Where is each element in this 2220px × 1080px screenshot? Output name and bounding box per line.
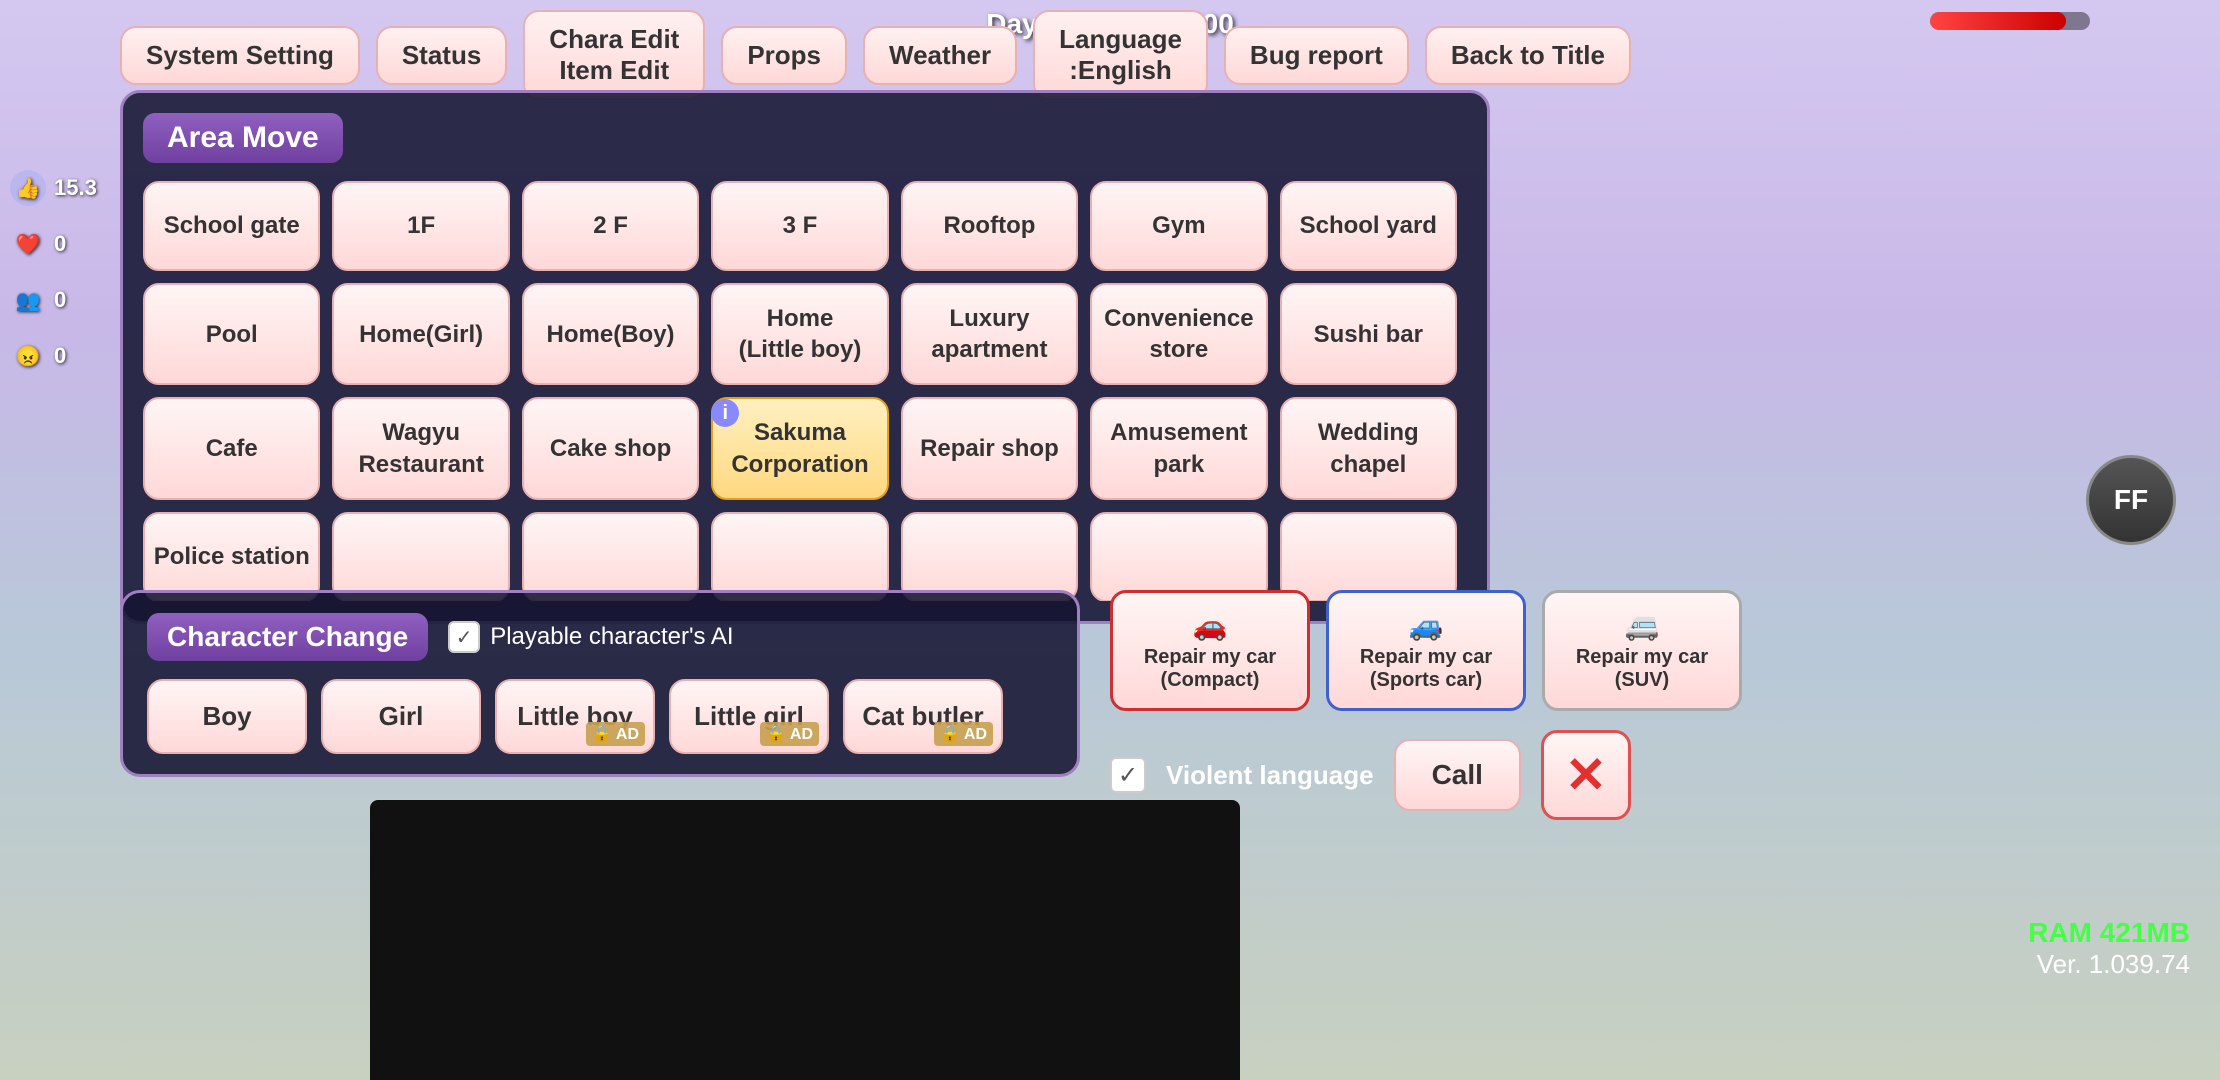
char-change-title: Character Change bbox=[147, 613, 428, 661]
location-police-station[interactable]: Police station bbox=[143, 512, 320, 601]
ram-text: RAM 421MB bbox=[2028, 917, 2190, 949]
ff-button[interactable]: FF bbox=[2086, 455, 2176, 545]
char-buttons: Boy Girl Little boy 🔒 AD Little girl 🔒 A… bbox=[147, 679, 1053, 754]
bug-report-button[interactable]: Bug report bbox=[1224, 26, 1409, 85]
location-extra2[interactable] bbox=[522, 512, 699, 601]
sakuma-label: Sakuma Corporation bbox=[731, 417, 868, 479]
top-menu: System Setting Status Chara Edit Item Ed… bbox=[120, 10, 2120, 100]
location-sakuma-corporation[interactable]: i Sakuma Corporation bbox=[711, 397, 888, 499]
location-cake-shop[interactable]: Cake shop bbox=[522, 397, 699, 499]
back-to-title-button[interactable]: Back to Title bbox=[1425, 26, 1631, 85]
video-area bbox=[370, 800, 1240, 1080]
location-school-yard[interactable]: School yard bbox=[1280, 181, 1457, 271]
location-extra3[interactable] bbox=[711, 512, 888, 601]
repair-sports-button[interactable]: 🚙 Repair my car (Sports car) bbox=[1326, 590, 1526, 711]
area-move-panel: Area Move School gate 1F 2 F 3 F Rooftop… bbox=[120, 90, 1490, 624]
violent-lang-label: Violent language bbox=[1166, 760, 1374, 791]
char-girl-button[interactable]: Girl bbox=[321, 679, 481, 754]
stat-group: 👥 0 bbox=[10, 282, 100, 318]
weather-button[interactable]: Weather bbox=[863, 26, 1017, 85]
ai-label: Playable character's AI bbox=[490, 623, 733, 651]
location-amusement-park[interactable]: Amusement park bbox=[1090, 397, 1267, 499]
char-panel-header: Character Change ✓ Playable character's … bbox=[147, 613, 1053, 661]
close-button[interactable]: ✕ bbox=[1541, 730, 1631, 820]
ai-checkbox-row: ✓ Playable character's AI bbox=[448, 621, 733, 653]
call-button[interactable]: Call bbox=[1394, 739, 1521, 811]
location-extra4[interactable] bbox=[901, 512, 1078, 601]
location-pool[interactable]: Pool bbox=[143, 283, 320, 385]
location-gym[interactable]: Gym bbox=[1090, 181, 1267, 271]
char-little-girl-button[interactable]: Little girl 🔒 AD bbox=[669, 679, 829, 754]
location-extra5[interactable] bbox=[1090, 512, 1267, 601]
location-home-girl[interactable]: Home(Girl) bbox=[332, 283, 509, 385]
compact-car-icon: 🚗 bbox=[1137, 609, 1283, 642]
location-1f[interactable]: 1F bbox=[332, 181, 509, 271]
char-little-boy-button[interactable]: Little boy 🔒 AD bbox=[495, 679, 655, 754]
location-extra6[interactable] bbox=[1280, 512, 1457, 601]
sports-car-icon: 🚙 bbox=[1353, 609, 1499, 642]
little-boy-lock-icon: 🔒 AD bbox=[586, 722, 645, 746]
repair-compact-button[interactable]: 🚗 Repair my car (Compact) bbox=[1110, 590, 1310, 711]
stat-likes: 👍 15.3 bbox=[10, 170, 100, 206]
location-cafe[interactable]: Cafe bbox=[143, 397, 320, 499]
location-home-little-boy[interactable]: Home (Little boy) bbox=[711, 283, 888, 385]
area-grid: School gate 1F 2 F 3 F Rooftop Gym Schoo… bbox=[143, 181, 1467, 601]
likes-value: 15.3 bbox=[54, 175, 97, 201]
likes-icon: 👍 bbox=[10, 170, 46, 206]
char-change-panel: Character Change ✓ Playable character's … bbox=[120, 590, 1080, 777]
location-2f[interactable]: 2 F bbox=[522, 181, 699, 271]
group-value: 0 bbox=[54, 287, 66, 313]
little-girl-lock-icon: 🔒 AD bbox=[760, 722, 819, 746]
heart-icon: ❤️ bbox=[10, 226, 46, 262]
anger-icon: 😠 bbox=[10, 338, 46, 374]
violent-lang-checkbox[interactable]: ✓ bbox=[1110, 757, 1146, 793]
location-sushi-bar[interactable]: Sushi bar bbox=[1280, 283, 1457, 385]
repair-compact-label: Repair my car (Compact) bbox=[1137, 646, 1283, 692]
repair-sports-label: Repair my car (Sports car) bbox=[1353, 646, 1499, 692]
location-rooftop[interactable]: Rooftop bbox=[901, 181, 1078, 271]
location-wagyu-restaurant[interactable]: Wagyu Restaurant bbox=[332, 397, 509, 499]
location-repair-shop[interactable]: Repair shop bbox=[901, 397, 1078, 499]
suv-car-icon: 🚐 bbox=[1569, 609, 1715, 642]
area-move-title: Area Move bbox=[143, 113, 343, 163]
location-wedding-chapel[interactable]: Wedding chapel bbox=[1280, 397, 1457, 499]
location-home-boy[interactable]: Home(Boy) bbox=[522, 283, 699, 385]
ram-info: RAM 421MB Ver. 1.039.74 bbox=[2028, 917, 2190, 980]
anger-value: 0 bbox=[54, 343, 66, 369]
props-button[interactable]: Props bbox=[721, 26, 847, 85]
version-text: Ver. 1.039.74 bbox=[2028, 949, 2190, 980]
location-3f[interactable]: 3 F bbox=[711, 181, 888, 271]
chara-edit-button[interactable]: Chara Edit Item Edit bbox=[523, 10, 705, 100]
left-sidebar: 👍 15.3 ❤️ 0 👥 0 😠 0 bbox=[0, 160, 110, 384]
stat-anger: 😠 0 bbox=[10, 338, 100, 374]
location-luxury-apartment[interactable]: Luxury apartment bbox=[901, 283, 1078, 385]
heart-value: 0 bbox=[54, 231, 66, 257]
ai-checkbox[interactable]: ✓ bbox=[448, 621, 480, 653]
location-extra1[interactable] bbox=[332, 512, 509, 601]
cat-butler-lock-icon: 🔒 AD bbox=[934, 722, 993, 746]
char-cat-butler-button[interactable]: Cat butler 🔒 AD bbox=[843, 679, 1003, 754]
location-convenience-store[interactable]: Convenience store bbox=[1090, 283, 1267, 385]
system-setting-button[interactable]: System Setting bbox=[120, 26, 360, 85]
language-button[interactable]: Language :English bbox=[1033, 10, 1208, 100]
group-icon: 👥 bbox=[10, 282, 46, 318]
repair-suv-label: Repair my car (SUV) bbox=[1569, 646, 1715, 692]
location-school-gate[interactable]: School gate bbox=[143, 181, 320, 271]
repair-car-buttons: 🚗 Repair my car (Compact) 🚙 Repair my ca… bbox=[1110, 590, 1742, 711]
stat-heart: ❤️ 0 bbox=[10, 226, 100, 262]
char-boy-button[interactable]: Boy bbox=[147, 679, 307, 754]
repair-suv-button[interactable]: 🚐 Repair my car (SUV) bbox=[1542, 590, 1742, 711]
status-button[interactable]: Status bbox=[376, 26, 507, 85]
